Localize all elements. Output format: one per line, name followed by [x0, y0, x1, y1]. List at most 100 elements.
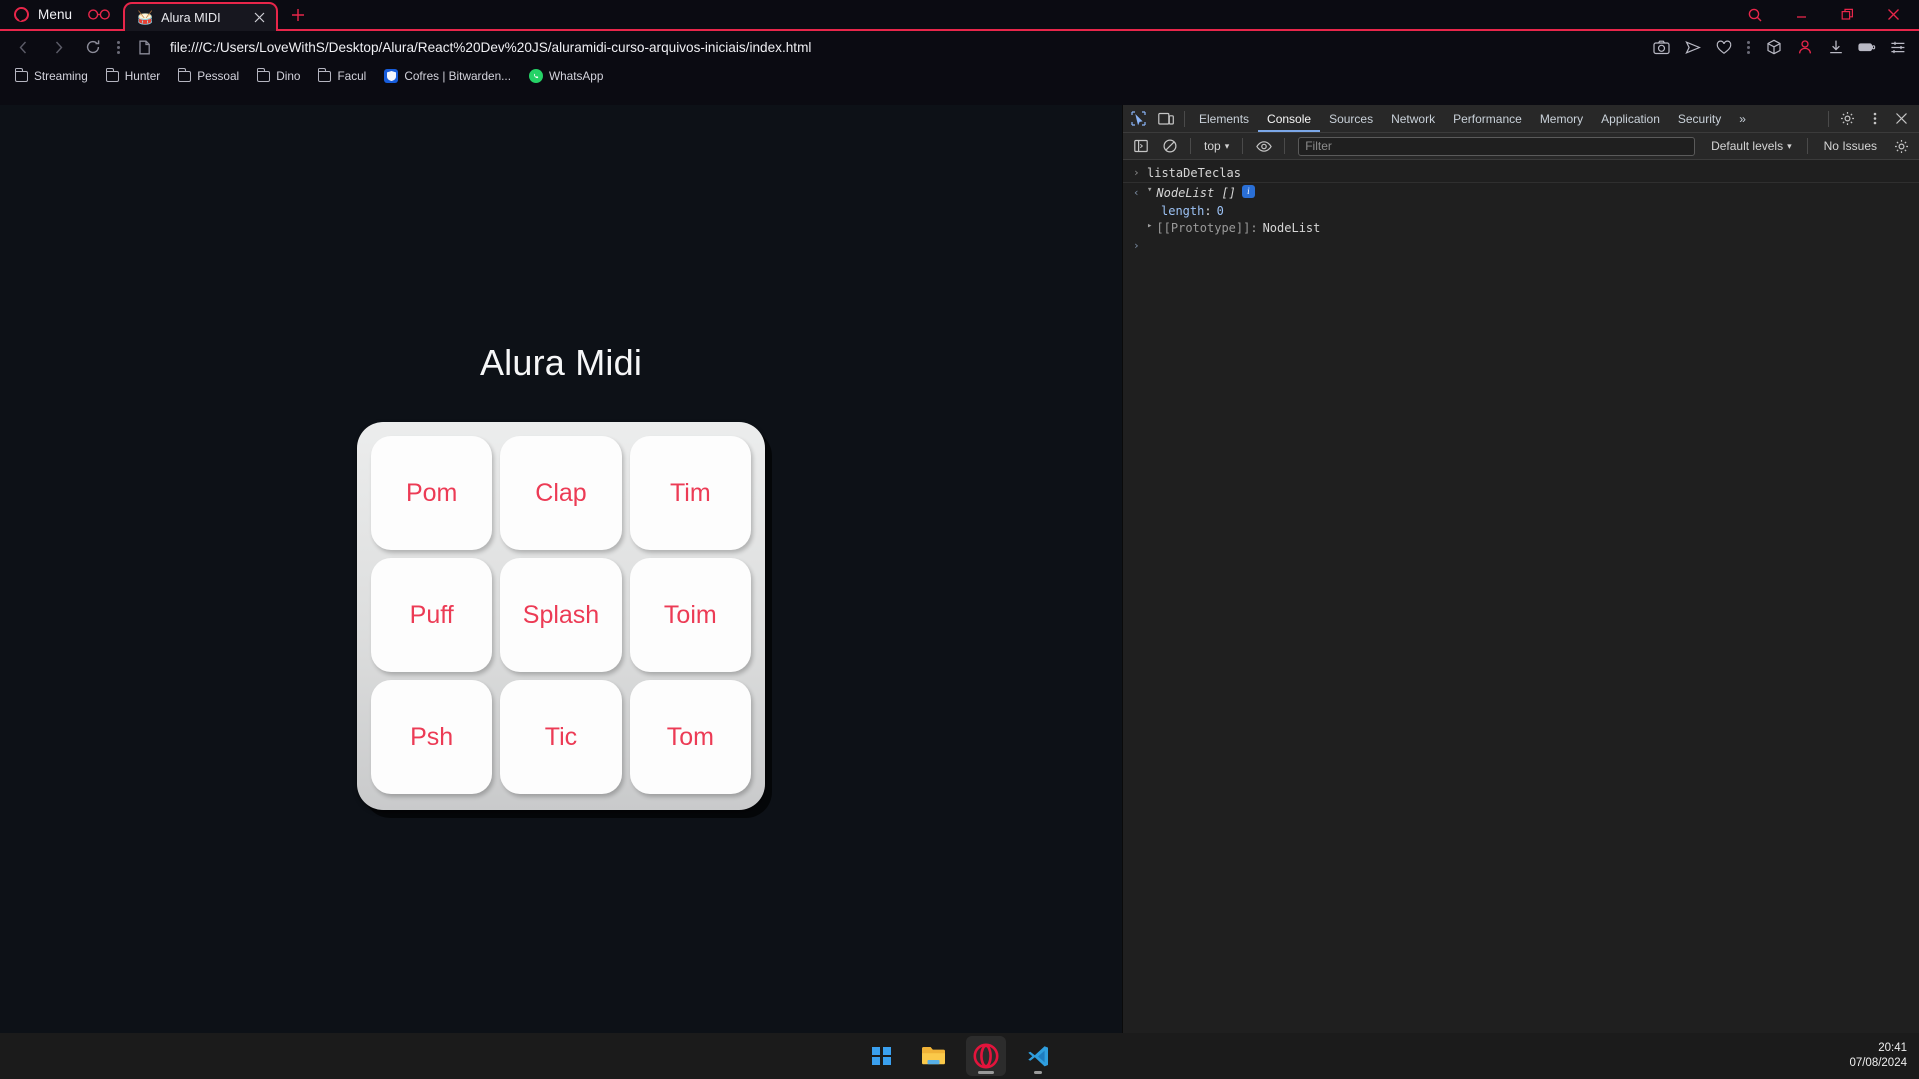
- tab-memory[interactable]: Memory: [1531, 105, 1592, 132]
- console-levels-select[interactable]: Default levels ▾: [1703, 139, 1800, 153]
- windows-logo-icon: [872, 1046, 891, 1066]
- console-divider: [1284, 138, 1286, 154]
- address-input[interactable]: file:///C:/Users/LoveWithS/Desktop/Alura…: [162, 34, 1647, 60]
- console-prototype-value: NodeList: [1262, 220, 1321, 235]
- bookmark-bitwarden[interactable]: Cofres | Bitwarden...: [375, 65, 520, 87]
- inspect-element-icon[interactable]: [1125, 106, 1152, 132]
- console-context-select[interactable]: top ▾: [1198, 137, 1235, 156]
- page-viewport: Alura Midi Pom Clap Tim Puff Splash Toim…: [0, 105, 1122, 1033]
- tab-console[interactable]: Console: [1258, 105, 1320, 132]
- bookmark-pessoal[interactable]: Pessoal: [169, 65, 248, 87]
- menu-label: Menu: [38, 7, 73, 22]
- taskbar-clock[interactable]: 20:41 07/08/2024: [1849, 1041, 1907, 1071]
- key-psh[interactable]: Psh: [371, 680, 493, 794]
- bookmark-dino[interactable]: Dino: [248, 65, 309, 87]
- vscode-taskbar-button[interactable]: [1018, 1036, 1058, 1076]
- key-splash[interactable]: Splash: [500, 558, 622, 672]
- close-icon[interactable]: [250, 9, 268, 27]
- bitwarden-shield-icon: [384, 69, 399, 83]
- vscode-icon: [1028, 1045, 1048, 1066]
- heart-icon[interactable]: [1710, 34, 1737, 60]
- console-sidebar-icon[interactable]: [1127, 133, 1154, 159]
- console-property-separator: :: [1204, 203, 1212, 218]
- clock-time: 20:41: [1878, 1042, 1907, 1054]
- profile-person-icon[interactable]: [1791, 34, 1818, 60]
- more-tabs-button[interactable]: »: [1730, 105, 1755, 132]
- toolbar-divider: [1747, 45, 1750, 49]
- console-prompt-row[interactable]: ›: [1123, 236, 1919, 255]
- console-toolbar: top ▾ Filter Default levels ▾ No Issues: [1123, 133, 1919, 160]
- snapshot-camera-icon[interactable]: [1648, 34, 1675, 60]
- battery-saver-icon[interactable]: [1853, 34, 1880, 60]
- console-divider: [1806, 138, 1808, 154]
- extensions-cube-icon[interactable]: [1760, 34, 1787, 60]
- tab-sources[interactable]: Sources: [1320, 105, 1382, 132]
- key-pom[interactable]: Pom: [371, 436, 493, 550]
- info-badge-icon[interactable]: i: [1241, 184, 1255, 198]
- console-divider: [1242, 138, 1244, 154]
- screen: Menu 🥁 Alura MIDI file:///C:/Users/LoveW…: [0, 0, 1919, 1079]
- start-button[interactable]: [862, 1036, 902, 1076]
- console-divider: [1190, 138, 1191, 154]
- bookmark-hunter[interactable]: Hunter: [97, 65, 169, 87]
- tab-network[interactable]: Network: [1382, 105, 1444, 132]
- tab-elements[interactable]: Elements: [1190, 105, 1258, 132]
- console-settings-gear-icon[interactable]: [1888, 133, 1915, 159]
- console-filter-input[interactable]: Filter: [1298, 136, 1696, 156]
- tab-application[interactable]: Application: [1592, 105, 1669, 132]
- reload-icon[interactable]: [76, 34, 110, 60]
- folder-icon: [105, 67, 119, 82]
- search-icon[interactable]: [1733, 0, 1777, 29]
- back-arrow-icon[interactable]: [6, 34, 40, 60]
- bookmark-facul[interactable]: Facul: [309, 65, 375, 87]
- key-clap[interactable]: Clap: [500, 436, 622, 550]
- page-title: Alura Midi: [479, 342, 643, 383]
- address-divider: [117, 45, 120, 49]
- restore-icon[interactable]: [1825, 0, 1869, 29]
- close-devtools-icon[interactable]: [1888, 106, 1915, 132]
- folder-icon: [178, 67, 192, 82]
- more-options-kebab-icon[interactable]: [1861, 106, 1888, 132]
- bookmark-streaming[interactable]: Streaming: [6, 65, 97, 87]
- active-indicator: [977, 1071, 994, 1074]
- close-window-icon[interactable]: [1871, 0, 1915, 29]
- active-indicator: [1033, 1071, 1042, 1074]
- key-tim[interactable]: Tim: [629, 436, 751, 550]
- console-prototype-row: ▸ [[Prototype]] : NodeList: [1123, 219, 1919, 236]
- tab-performance[interactable]: Performance: [1444, 105, 1531, 132]
- midi-keyboard: Pom Clap Tim Puff Splash Toim Psh Tic To…: [357, 422, 765, 810]
- disclosure-triangle-icon[interactable]: ▸: [1147, 221, 1152, 231]
- clear-console-icon[interactable]: [1156, 133, 1183, 159]
- opera-taskbar-button[interactable]: [965, 1036, 1006, 1076]
- page-document-icon[interactable]: [127, 34, 161, 60]
- tab-security[interactable]: Security: [1669, 105, 1730, 132]
- folder-icon: [921, 1047, 945, 1065]
- easy-setup-sliders-icon[interactable]: [1884, 34, 1911, 60]
- bookmark-whatsapp[interactable]: WhatsApp: [520, 65, 612, 87]
- bookmark-label: Cofres | Bitwarden...: [404, 69, 511, 83]
- file-explorer-button[interactable]: [914, 1036, 954, 1076]
- bookmark-label: WhatsApp: [548, 69, 604, 83]
- bookmark-label: Facul: [337, 69, 367, 83]
- disclosure-triangle-icon[interactable]: ▾: [1147, 185, 1152, 195]
- minimize-icon[interactable]: [1779, 0, 1823, 29]
- glasses-icon[interactable]: [88, 7, 111, 23]
- key-tom[interactable]: Tom: [629, 680, 751, 794]
- live-expression-eye-icon[interactable]: [1250, 133, 1277, 159]
- device-toolbar-icon[interactable]: [1152, 106, 1179, 132]
- settings-gear-icon[interactable]: [1834, 106, 1861, 132]
- plus-icon[interactable]: [283, 0, 313, 29]
- forward-arrow-icon[interactable]: [41, 34, 75, 60]
- downloads-icon[interactable]: [1822, 34, 1849, 60]
- windows-taskbar: 20:41 07/08/2024: [0, 1033, 1919, 1079]
- bookmarks-bar: Streaming Hunter Pessoal Dino Facul Cofr…: [0, 63, 1919, 89]
- key-puff[interactable]: Puff: [371, 558, 493, 672]
- send-flow-icon[interactable]: [1679, 34, 1706, 60]
- tab-alura-midi[interactable]: 🥁 Alura MIDI: [123, 2, 279, 31]
- key-tic[interactable]: Tic: [500, 680, 622, 794]
- key-toim[interactable]: Toim: [629, 558, 751, 672]
- taskbar-items: [862, 1036, 1058, 1076]
- console-issues-button[interactable]: No Issues: [1815, 139, 1886, 153]
- opera-menu-button[interactable]: Menu: [0, 0, 123, 29]
- folder-icon: [318, 67, 332, 82]
